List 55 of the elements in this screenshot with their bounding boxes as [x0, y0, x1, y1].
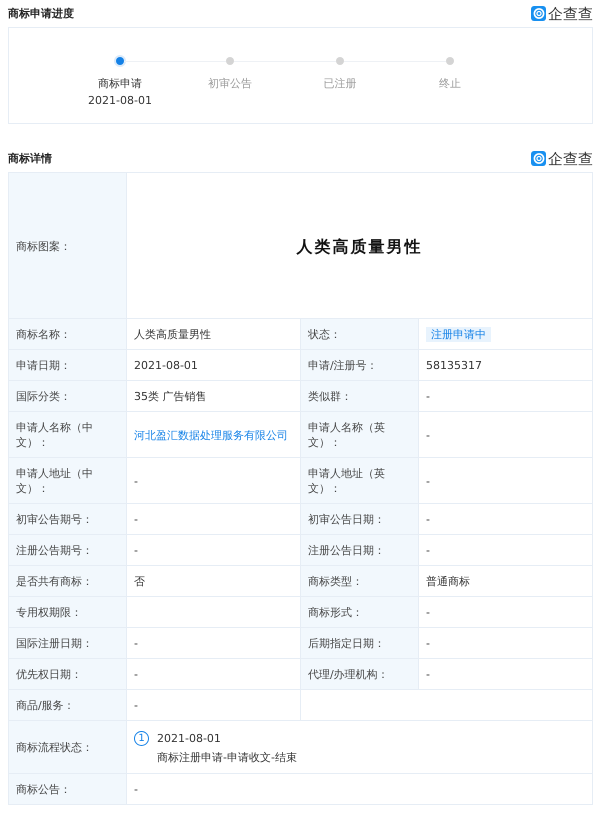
entry-text: 商标注册申请-申请收文-结束: [157, 750, 297, 764]
field-label: 优先权日期：: [9, 659, 127, 690]
field-label: 申请人名称（中文）：: [9, 412, 127, 458]
field-label: 商标公告：: [9, 774, 127, 805]
field-value: -: [127, 690, 301, 721]
field-value: -: [419, 597, 593, 628]
field-label: 后期指定日期：: [301, 628, 419, 659]
field-value: -: [419, 535, 593, 566]
step-date: 2021-08-01: [88, 93, 152, 109]
field-label: 注册公告日期：: [301, 535, 419, 566]
entry-date: 2021-08-01: [157, 730, 221, 746]
field-label: 初审公告期号：: [9, 504, 127, 535]
field-label: 申请人名称（英文）：: [301, 412, 419, 458]
field-value: 58135317: [419, 350, 593, 381]
field-label: 商标名称：: [9, 319, 127, 350]
field-label: 商标图案：: [9, 173, 127, 319]
field-label: 注册公告期号：: [9, 535, 127, 566]
step-label: 已注册: [324, 76, 356, 91]
field-label: 申请人地址（英文）：: [301, 458, 419, 504]
field-label: 商标形式：: [301, 597, 419, 628]
step-label: 商标申请: [98, 76, 142, 91]
logo-icon: [531, 151, 546, 166]
field-label: 申请/注册号：: [301, 350, 419, 381]
field-label: 申请人地址（中文）：: [9, 458, 127, 504]
field-label: 类似群：: [301, 381, 419, 412]
field-label: 商标流程状态：: [9, 721, 127, 774]
step-number: 1: [134, 730, 149, 746]
field-label: 商品/服务：: [9, 690, 127, 721]
field-label: 状态：: [301, 319, 419, 350]
status-tag: 注册申请中: [426, 327, 491, 342]
step-label: 终止: [439, 76, 461, 91]
field-label: 初审公告日期：: [301, 504, 419, 535]
field-value: -: [419, 628, 593, 659]
applicant-link[interactable]: 河北盈汇数据处理服务有限公司: [134, 428, 288, 442]
step-label: 初审公告: [208, 76, 252, 91]
logo-text: 企查查: [548, 6, 593, 22]
field-label: 国际分类：: [9, 381, 127, 412]
logo-icon: [531, 6, 546, 21]
field-label: 是否共有商标：: [9, 566, 127, 597]
field-value: -: [419, 659, 593, 690]
section-title: 商标详情: [8, 151, 52, 166]
field-value: -: [419, 412, 593, 458]
field-label: 商标类型：: [301, 566, 419, 597]
field-value: -: [419, 504, 593, 535]
field-label: 申请日期：: [9, 350, 127, 381]
field-label: 专用权期限：: [9, 597, 127, 628]
field-value: -: [419, 458, 593, 504]
field-value: -: [419, 381, 593, 412]
field-value: -: [127, 774, 593, 805]
field-label: 代理/办理机构：: [301, 659, 419, 690]
trademark-wordmark: 人类高质量男性: [296, 238, 422, 254]
field-label: 国际注册日期：: [9, 628, 127, 659]
logo-text: 企查查: [548, 150, 593, 166]
section-title: 商标申请进度: [8, 6, 74, 21]
field-value: 普通商标: [419, 566, 593, 597]
